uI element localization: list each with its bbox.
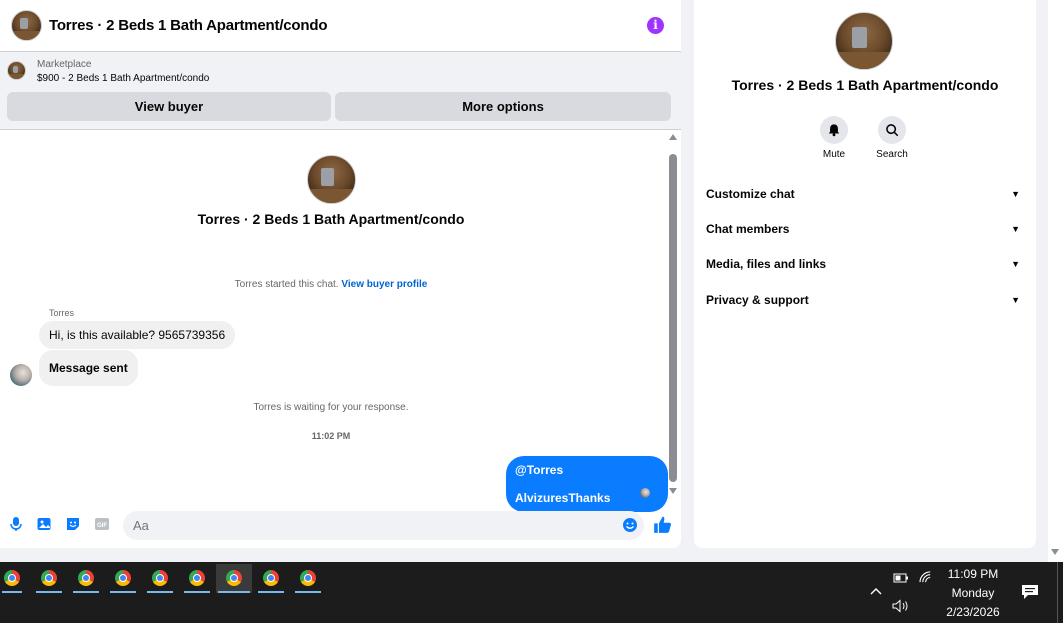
speaker-icon[interactable] <box>892 599 910 613</box>
svg-text:GIF: GIF <box>97 523 107 529</box>
photo-icon[interactable] <box>36 516 52 532</box>
taskbar-chrome-window[interactable] <box>145 564 175 593</box>
outgoing-message[interactable]: @Torres AlvizuresThanks <box>506 456 668 512</box>
taskbar-chrome-window[interactable] <box>108 564 138 593</box>
taskbar-chrome-window[interactable] <box>293 564 323 593</box>
chat-details-panel: Torres · 2 Beds 1 Bath Apartment/condo M… <box>694 0 1036 548</box>
chrome-icon <box>4 570 20 586</box>
clock-day[interactable]: Monday <box>933 586 1013 600</box>
chat-title[interactable]: Torres · 2 Beds 1 Bath Apartment/condo <box>49 17 327 34</box>
active-indicator <box>147 591 173 593</box>
details-title: Torres · 2 Beds 1 Bath Apartment/condo <box>731 77 999 93</box>
scroll-up-arrow[interactable] <box>669 134 677 140</box>
clock-time[interactable]: 11:09 PM <box>933 567 1013 581</box>
view-buyer-button[interactable]: View buyer <box>7 92 331 121</box>
active-indicator <box>110 591 136 593</box>
chrome-icon <box>226 570 242 586</box>
active-indicator <box>258 591 284 593</box>
chat-members-section[interactable]: Chat members ▼ <box>706 222 1024 244</box>
chevron-down-icon: ▼ <box>1011 224 1020 234</box>
chat-started-notice: Torres started this chat. View buyer pro… <box>0 279 662 290</box>
info-icon[interactable]: i <box>647 17 664 34</box>
more-options-button[interactable]: More options <box>335 92 671 121</box>
search-label: Search <box>876 149 908 160</box>
chevron-down-icon: ▼ <box>1011 189 1020 199</box>
listing-thumbnail <box>7 61 26 80</box>
page-scrollbar[interactable] <box>1048 0 1063 562</box>
active-indicator <box>218 591 250 593</box>
chat-header: Torres · 2 Beds 1 Bath Apartment/condo i <box>0 0 681 52</box>
battery-icon[interactable] <box>893 572 909 584</box>
composer: GIF <box>0 505 681 545</box>
taskbar-chrome-window[interactable] <box>256 564 286 593</box>
bell-icon <box>828 124 840 137</box>
chevron-down-icon: ▼ <box>1011 295 1020 305</box>
chrome-icon <box>152 570 168 586</box>
chat-avatar[interactable] <box>11 10 42 41</box>
active-indicator <box>295 591 321 593</box>
scroll-thumb[interactable] <box>669 154 677 482</box>
customize-chat-section[interactable]: Customize chat ▼ <box>706 187 1024 209</box>
chrome-icon <box>78 570 94 586</box>
emoji-icon[interactable] <box>622 517 638 533</box>
chrome-icon <box>189 570 205 586</box>
chat-panel: Torres · 2 Beds 1 Bath Apartment/condo i… <box>0 0 681 548</box>
chevron-down-icon: ▼ <box>1011 259 1020 269</box>
search-icon <box>886 124 899 137</box>
active-indicator <box>36 591 62 593</box>
chat-started-text: Torres started this chat. <box>234 279 339 290</box>
privacy-support-section[interactable]: Privacy & support ▼ <box>706 293 1024 315</box>
taskbar-chrome-window[interactable] <box>182 564 212 593</box>
thread-scrollbar[interactable] <box>668 134 678 496</box>
message-input[interactable] <box>123 511 644 540</box>
sender-avatar[interactable] <box>10 364 32 386</box>
microphone-icon[interactable] <box>8 516 24 532</box>
show-desktop-button[interactable] <box>1057 562 1058 623</box>
chrome-icon <box>115 570 131 586</box>
sticker-icon[interactable] <box>65 516 81 532</box>
read-receipt-avatar <box>640 488 650 498</box>
active-indicator <box>73 591 99 593</box>
chevron-up-icon[interactable] <box>870 587 882 595</box>
taskbar: 11:09 PM Monday 2/23/2026 <box>0 562 1063 623</box>
page-scroll-down-arrow[interactable] <box>1051 549 1059 555</box>
section-label: Chat members <box>706 222 790 236</box>
mute-button[interactable] <box>820 116 848 144</box>
active-indicator <box>2 591 22 593</box>
message-timestamp: 11:02 PM <box>311 431 351 441</box>
like-icon[interactable] <box>653 515 672 534</box>
scroll-down-arrow[interactable] <box>669 488 677 494</box>
taskbar-chrome-window[interactable] <box>71 564 101 593</box>
active-indicator <box>184 591 210 593</box>
chrome-icon <box>300 570 316 586</box>
marketplace-bar: Marketplace $900 - 2 Beds 1 Bath Apartme… <box>0 52 681 130</box>
gif-icon[interactable]: GIF <box>94 516 110 532</box>
wifi-icon[interactable] <box>919 571 934 584</box>
chrome-icon <box>41 570 57 586</box>
view-buyer-profile-link[interactable]: View buyer profile <box>341 279 427 290</box>
search-button[interactable] <box>878 116 906 144</box>
media-files-links-section[interactable]: Media, files and links ▼ <box>706 257 1024 279</box>
listing-title: $900 - 2 Beds 1 Bath Apartment/condo <box>37 73 210 84</box>
section-label: Customize chat <box>706 187 795 201</box>
chrome-icon <box>263 570 279 586</box>
incoming-message[interactable]: Message sent <box>39 350 138 386</box>
mute-label: Mute <box>822 149 846 160</box>
taskbar-chrome-window[interactable] <box>34 564 64 593</box>
details-avatar <box>835 12 893 70</box>
sender-name: Torres <box>49 308 75 318</box>
section-label: Privacy & support <box>706 293 809 307</box>
waiting-notice: Torres is waiting for your response. <box>253 402 409 413</box>
thread-title: Torres · 2 Beds 1 Bath Apartment/condo <box>197 211 465 227</box>
marketplace-label: Marketplace <box>37 59 92 70</box>
notification-icon[interactable] <box>1021 584 1039 600</box>
incoming-message[interactable]: Hi, is this available? 9565739356 <box>39 321 236 349</box>
section-label: Media, files and links <box>706 257 827 271</box>
taskbar-chrome-window-active[interactable] <box>216 564 252 593</box>
thread-avatar <box>307 155 356 204</box>
taskbar-chrome-window[interactable] <box>0 564 24 593</box>
clock-date[interactable]: 2/23/2026 <box>933 605 1013 619</box>
message-thread: Torres · 2 Beds 1 Bath Apartment/condo T… <box>0 131 668 512</box>
